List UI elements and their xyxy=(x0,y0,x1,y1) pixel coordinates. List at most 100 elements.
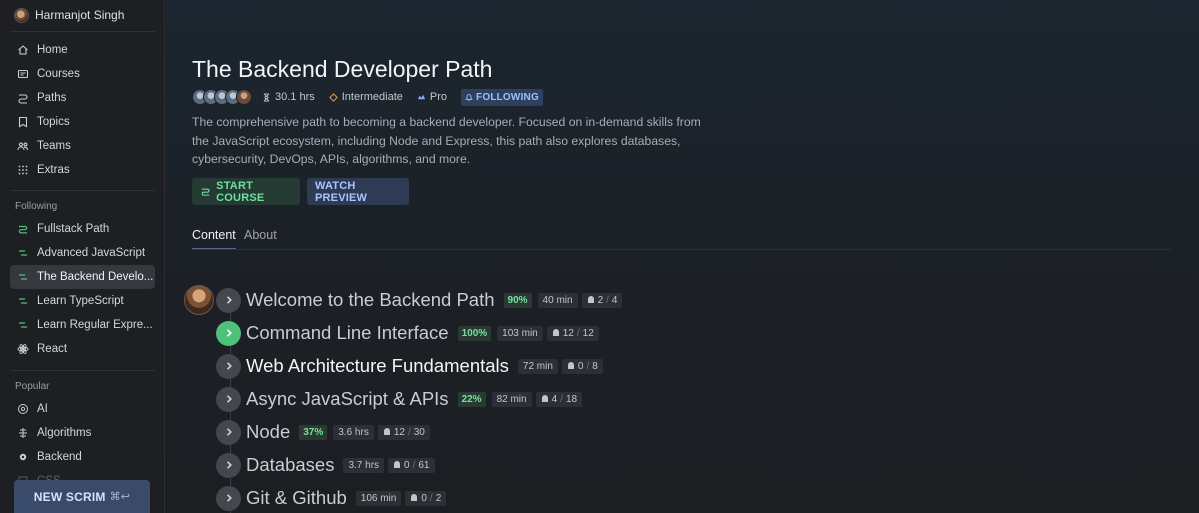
separator: / xyxy=(606,294,609,306)
separator: / xyxy=(576,327,580,339)
module-row[interactable]: Async JavaScript & APIs 22% 82 min 4/18 xyxy=(216,386,583,412)
module-row[interactable]: Node 37% 3.6 hrs 12/30 xyxy=(216,419,430,445)
module-row[interactable]: Command Line Interface 100% 103 min 12/12 xyxy=(216,320,599,346)
chevron-right-icon[interactable] xyxy=(216,419,241,445)
popular-section-label: Popular xyxy=(15,381,50,392)
popular-nav: AI Algorithms Backend CSS xyxy=(10,397,155,493)
module-duration: 3.6 hrs xyxy=(333,424,374,440)
following-nav: Fullstack Path Advanced JavaScript The B… xyxy=(10,217,155,361)
level-icon xyxy=(328,92,338,102)
start-course-label: START COURSE xyxy=(216,179,265,204)
following-label: Fullstack Path xyxy=(37,223,110,235)
home-icon xyxy=(17,44,29,56)
module-row[interactable]: Git & Github 106 min 0/2 xyxy=(216,485,447,511)
module-progress-badge: 22% xyxy=(457,391,486,407)
instructor-avatars xyxy=(192,89,252,105)
chevron-right-icon[interactable] xyxy=(216,320,241,346)
sidebar: Harmanjot Singh Home Courses Paths Topic… xyxy=(0,0,165,513)
nav-item-home[interactable]: Home xyxy=(10,38,155,62)
course-icon xyxy=(17,295,29,307)
following-label: The Backend Develo... xyxy=(37,271,154,283)
lessons-done: 2 xyxy=(597,294,604,306)
popular-item-ai[interactable]: AI xyxy=(10,397,155,421)
level-text: Intermediate xyxy=(341,91,403,103)
teams-icon xyxy=(17,140,29,152)
module-duration: 3.7 hrs xyxy=(343,457,385,473)
chevron-right-icon[interactable] xyxy=(216,452,241,478)
course-duration: 30.1 hrs xyxy=(262,91,315,103)
nav-item-courses[interactable]: Courses xyxy=(10,62,155,86)
lessons-total: 12 xyxy=(582,327,594,339)
following-item-regex[interactable]: Learn Regular Expre... xyxy=(10,313,155,337)
tab-about[interactable]: About xyxy=(244,228,277,242)
following-item-typescript[interactable]: Learn TypeScript xyxy=(10,289,155,313)
lessons-done: 4 xyxy=(551,393,558,405)
following-label: Advanced JavaScript xyxy=(37,247,146,259)
bell-icon xyxy=(465,94,473,101)
module-lesson-count: 0/2 xyxy=(405,490,447,506)
nav-item-paths[interactable]: Paths xyxy=(10,86,155,110)
nav-item-teams[interactable]: Teams xyxy=(10,134,155,158)
user-profile[interactable]: Harmanjot Singh xyxy=(14,7,124,23)
start-course-button[interactable]: START COURSE xyxy=(192,178,300,205)
module-duration: 103 min xyxy=(497,325,543,341)
following-section-label: Following xyxy=(15,201,58,212)
lesson-icon xyxy=(394,461,401,468)
course-tier: Pro xyxy=(417,91,447,103)
nav-label: Teams xyxy=(37,140,71,152)
nav-item-topics[interactable]: Topics xyxy=(10,110,155,134)
following-badge-label: FOLLOWING xyxy=(476,91,539,103)
chevron-right-icon[interactable] xyxy=(216,386,241,412)
following-item-backend-path[interactable]: The Backend Develo... xyxy=(10,265,155,289)
course-icon xyxy=(17,247,29,259)
following-item-react[interactable]: React xyxy=(10,337,155,361)
module-title: Git & Github xyxy=(246,487,347,508)
chevron-right-icon[interactable] xyxy=(216,287,241,313)
module-row[interactable]: Databases 3.7 hrs 0/61 xyxy=(216,452,435,478)
lessons-total: 8 xyxy=(592,360,598,372)
chevron-right-icon[interactable] xyxy=(216,485,241,511)
main-content: The Backend Developer Path 30.1 hrs Inte… xyxy=(166,0,1199,513)
lessons-total: 2 xyxy=(435,492,442,504)
avatar xyxy=(236,89,252,105)
backend-icon xyxy=(17,451,29,463)
watch-preview-button[interactable]: WATCH PREVIEW xyxy=(307,178,409,205)
following-label: Learn TypeScript xyxy=(37,295,124,307)
algorithms-icon xyxy=(17,427,29,439)
tab-content[interactable]: Content xyxy=(192,228,236,249)
separator: / xyxy=(412,459,416,471)
popular-item-backend[interactable]: Backend xyxy=(10,445,155,469)
user-name: Harmanjot Singh xyxy=(35,8,125,22)
lessons-done: 0 xyxy=(421,492,427,504)
module-row[interactable]: Web Architecture Fundamentals 72 min 0/8 xyxy=(216,353,603,379)
following-label: Learn Regular Expre... xyxy=(37,319,153,331)
following-badge[interactable]: FOLLOWING xyxy=(461,88,543,106)
avatar xyxy=(14,7,29,23)
nav-item-extras[interactable]: Extras xyxy=(10,158,155,182)
path-icon xyxy=(201,188,210,196)
lessons-done: 12 xyxy=(393,426,405,438)
chevron-right-icon[interactable] xyxy=(216,353,241,379)
nav-label: Courses xyxy=(37,68,80,80)
lessons-done: 0 xyxy=(404,459,410,471)
nav-label: Extras xyxy=(37,164,70,176)
content-tabs: Content About xyxy=(192,228,1172,250)
course-icon xyxy=(17,319,29,331)
popular-label: AI xyxy=(37,403,48,415)
new-scrim-button[interactable]: NEW SCRIM ⌘↩ xyxy=(14,480,150,513)
following-item-fullstack[interactable]: Fullstack Path xyxy=(10,217,155,241)
module-title: Databases xyxy=(246,454,335,475)
lesson-icon xyxy=(587,296,594,303)
lessons-done: 12 xyxy=(562,327,574,339)
courses-icon xyxy=(17,68,29,80)
module-duration: 72 min xyxy=(517,358,558,374)
topics-icon xyxy=(17,116,29,128)
popular-item-algorithms[interactable]: Algorithms xyxy=(10,421,155,445)
extras-icon xyxy=(17,164,29,176)
lessons-done: 0 xyxy=(577,360,584,372)
instructor-avatar xyxy=(184,285,214,315)
following-item-advanced-js[interactable]: Advanced JavaScript xyxy=(10,241,155,265)
react-icon xyxy=(17,343,29,355)
module-row[interactable]: Welcome to the Backend Path 90% 40 min 2/4 xyxy=(216,287,623,313)
divider xyxy=(10,31,155,32)
